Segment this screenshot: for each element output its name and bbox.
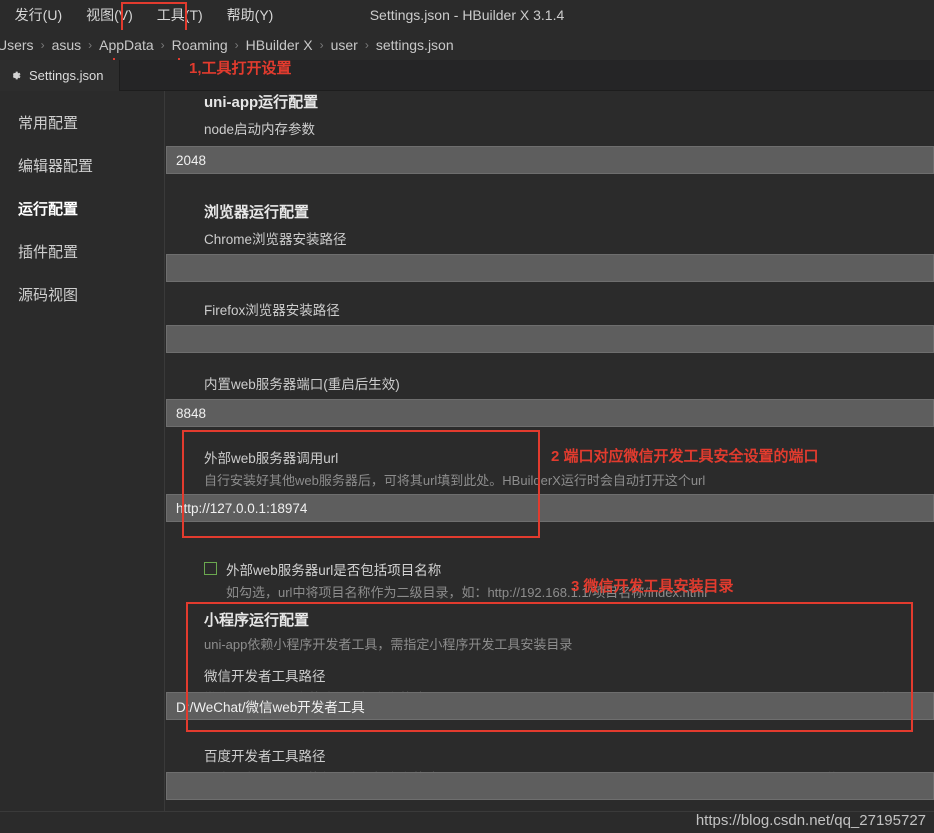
- node-memory-value: 2048: [176, 152, 207, 168]
- breadcrumb-item-appdata[interactable]: AppData: [93, 37, 159, 53]
- section-browser-title: 浏览器运行配置: [204, 201, 309, 222]
- breadcrumb-item-user[interactable]: user: [325, 37, 364, 53]
- breadcrumb-item-hbuilderx[interactable]: HBuilder X: [240, 37, 319, 53]
- gear-icon: [9, 69, 22, 82]
- webserver-port-label: 内置web服务器端口(重启后生效): [204, 377, 400, 392]
- breadcrumb-item-settingsjson[interactable]: settings.json: [370, 37, 460, 53]
- hbuilderx-window: Settings.json - HBuilder X 3.1.4 ) 发行(U)…: [0, 0, 934, 833]
- tab-label: Settings.json: [29, 68, 104, 83]
- chrome-path-label: Chrome浏览器安装路径: [204, 232, 347, 247]
- sidebar-item-editor[interactable]: 编辑器配置: [0, 144, 164, 187]
- include-project-name-checkbox[interactable]: [204, 562, 217, 575]
- uniapp-section-title: uni-app运行配置: [204, 94, 319, 111]
- field-node-memory-label: node启动内存参数: [204, 118, 315, 138]
- breadcrumb: Users › asus › AppData › Roaming › HBuil…: [0, 37, 460, 53]
- watermark: https://blog.csdn.net/qq_27195727: [695, 812, 926, 829]
- annotation-1: 1,工具打开设置: [189, 60, 292, 77]
- node-memory-input[interactable]: 2048: [166, 146, 934, 174]
- section-miniprogram-title: 小程序运行配置 uni-app依赖小程序开发者工具，需指定小程序开发工具安装目录: [204, 609, 572, 653]
- annotation-2: 2 端口对应微信开发工具安全设置的端口: [551, 448, 819, 465]
- menu-item-publish[interactable]: 发行(U): [3, 3, 74, 27]
- menu-items: ) 发行(U) 视图(V) 工具(T) 帮助(Y): [0, 3, 285, 27]
- breadcrumb-item-asus[interactable]: asus: [46, 37, 88, 53]
- sidebar-item-source[interactable]: 源码视图: [0, 273, 164, 316]
- chrome-path-input[interactable]: [166, 254, 934, 282]
- baidu-devtools-label: 百度开发者工具路径: [204, 749, 326, 764]
- wechat-devtools-path-input[interactable]: D:/WeChat/微信web开发者工具: [166, 692, 934, 720]
- sidebar-item-plugin[interactable]: 插件配置: [0, 230, 164, 273]
- field-chrome-label: Chrome浏览器安装路径: [204, 228, 347, 248]
- external-url-value: http://127.0.0.1:18974: [176, 500, 308, 516]
- webserver-port-value: 8848: [176, 405, 207, 421]
- breadcrumb-item-users[interactable]: Users: [0, 37, 40, 53]
- node-memory-label: node启动内存参数: [204, 122, 316, 137]
- menu-item-view[interactable]: 视图(V): [74, 3, 145, 27]
- tab-settings-json[interactable]: Settings.json: [0, 60, 121, 91]
- include-project-name-label: 外部web服务器url是否包括项目名称: [226, 563, 442, 578]
- annotation-3: 3 微信开发工具安装目录: [571, 578, 734, 595]
- baidu-devtools-path-input[interactable]: [166, 772, 934, 800]
- breadcrumb-item-roaming[interactable]: Roaming: [166, 37, 234, 53]
- menu-bar: Settings.json - HBuilder X 3.1.4 ) 发行(U)…: [0, 0, 934, 34]
- field-firefox-label: Firefox浏览器安装路径: [204, 299, 340, 319]
- firefox-path-label: Firefox浏览器安装路径: [204, 303, 340, 318]
- external-url-input[interactable]: http://127.0.0.1:18974: [166, 494, 934, 522]
- external-url-hint: 自行安装好其他web服务器后，可将其url填到此处。HBuilderX运行时会自…: [204, 473, 706, 488]
- tab-bar: Settings.json: [0, 60, 934, 91]
- menu-item-tools[interactable]: 工具(T): [145, 3, 215, 27]
- sidebar-item-run[interactable]: 运行配置: [0, 187, 164, 230]
- firefox-path-input[interactable]: [166, 325, 934, 353]
- menu-item-help[interactable]: 帮助(Y): [215, 3, 286, 27]
- settings-sidebar: 常用配置 编辑器配置 运行配置 插件配置 源码视图: [0, 91, 165, 818]
- browser-section-title: 浏览器运行配置: [204, 204, 310, 221]
- sidebar-item-common[interactable]: 常用配置: [0, 101, 164, 144]
- miniprogram-section-title: 小程序运行配置: [204, 612, 310, 629]
- webserver-port-input[interactable]: 8848: [166, 399, 934, 427]
- field-port-label: 内置web服务器端口(重启后生效): [204, 373, 400, 393]
- section-uniapp-title: uni-app运行配置: [204, 91, 318, 112]
- breadcrumb-bar: Users › asus › AppData › Roaming › HBuil…: [0, 30, 934, 86]
- wechat-devtools-label: 微信开发者工具路径: [204, 669, 326, 684]
- miniprogram-section-sub: uni-app依赖小程序开发者工具，需指定小程序开发工具安装目录: [204, 637, 573, 652]
- wechat-devtools-path-value: D:/WeChat/微信web开发者工具: [176, 700, 365, 715]
